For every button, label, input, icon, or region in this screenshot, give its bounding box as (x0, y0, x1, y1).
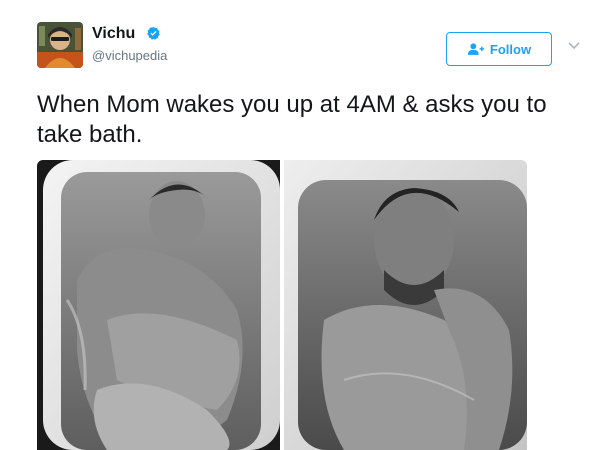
tweet-photo-2[interactable] (284, 160, 527, 450)
follow-button[interactable]: Follow (446, 32, 552, 66)
follow-label: Follow (489, 41, 532, 57)
tweet-media (37, 160, 527, 450)
chevron-down-icon[interactable] (567, 40, 581, 52)
tweet-photo-1[interactable] (37, 160, 280, 450)
bathtub-photo-icon (37, 160, 280, 450)
verified-badge-icon (147, 26, 160, 40)
tweet-text: When Mom wakes you up at 4AM & asks you … (37, 91, 547, 148)
tweet-card: Vichu @vichupedia Follow When Mom wakes … (0, 0, 600, 450)
add-user-icon (467, 43, 485, 55)
bathtub-closeup-photo-icon (284, 160, 527, 450)
display-name[interactable]: Vichu (92, 25, 135, 43)
avatar[interactable] (37, 22, 83, 68)
user-handle[interactable]: @vichupedia (92, 48, 167, 63)
